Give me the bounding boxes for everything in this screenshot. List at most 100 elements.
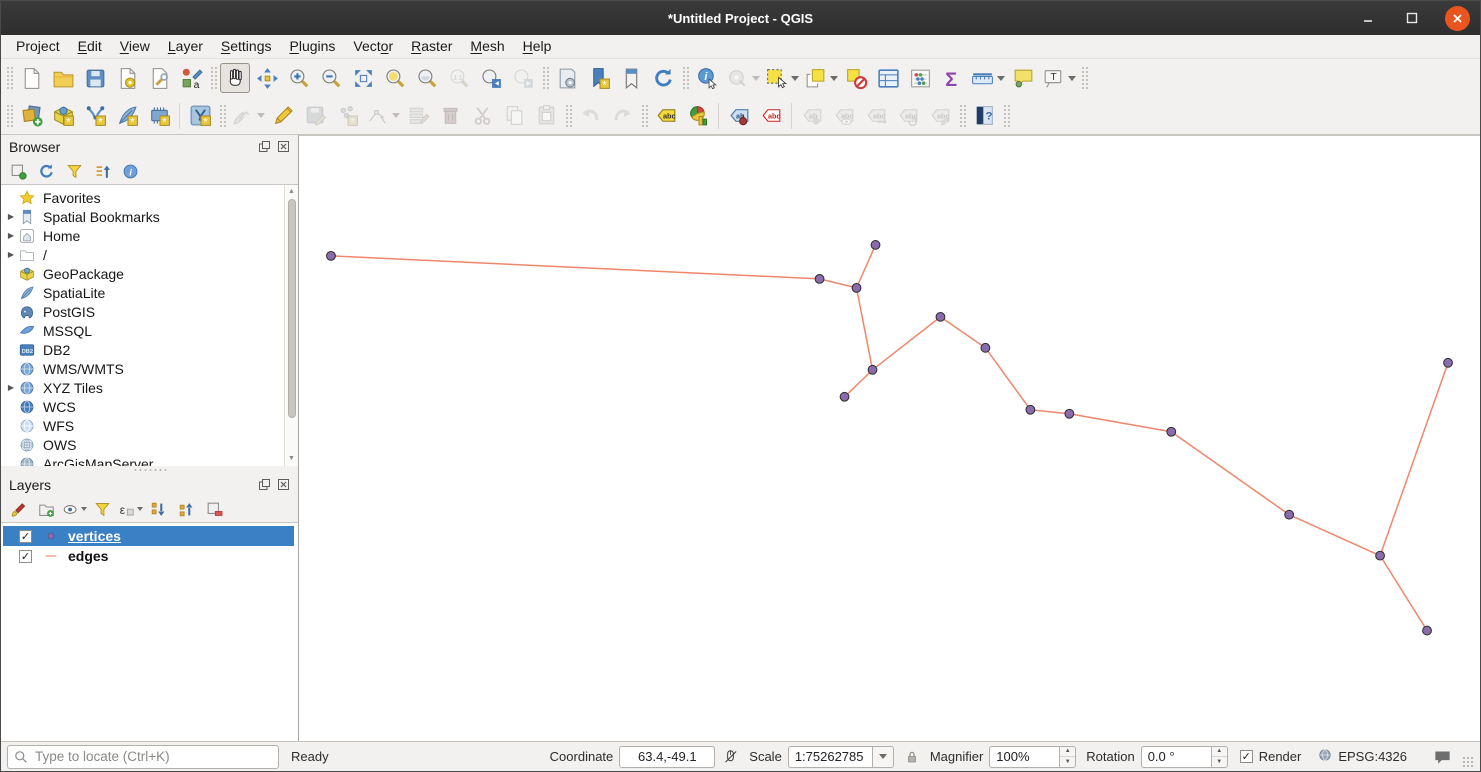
browser-float-button[interactable] [257,140,271,154]
browser-item-spatialite[interactable]: SpatiaLite [1,283,284,302]
spin-down-icon[interactable]: ▼ [1212,757,1227,767]
menu-settings[interactable]: Settings [212,35,281,59]
resize-grip[interactable] [1462,756,1474,768]
menu-view[interactable]: View [111,35,159,59]
layers-float-button[interactable] [257,478,271,492]
browser-item--[interactable]: ▶ / [1,245,284,264]
refresh-browser-button[interactable] [35,160,57,182]
open-project-button[interactable] [48,63,78,93]
menu-edit[interactable]: Edit [69,35,111,59]
menu-mesh[interactable]: Mesh [461,35,513,59]
locator-input[interactable] [7,744,279,769]
browser-item-spatial-bookmarks[interactable]: ▶ Spatial Bookmarks [1,207,284,226]
add-selected-layers-button[interactable] [7,160,29,182]
title-bar[interactable]: *Untitled Project - QGIS [1,1,1480,35]
menu-raster[interactable]: Raster [402,35,461,59]
expand-arrow-icon[interactable]: ▶ [1,250,17,259]
new-map-view-button[interactable] [552,63,582,93]
menu-plugins[interactable]: Plugins [280,35,344,59]
remove-layer-button[interactable] [203,498,225,520]
scroll-down-icon[interactable]: ▼ [288,452,295,466]
minimize-button[interactable] [1357,7,1379,29]
dock-splitter[interactable] [1,466,298,473]
open-field-calculator-button[interactable] [905,63,935,93]
show-spatial-bookmarks-button[interactable] [616,63,646,93]
coordinate-input[interactable] [619,745,716,768]
browser-item-ows[interactable]: OWS [1,435,284,454]
menu-vector[interactable]: Vector [344,35,402,59]
menu-help[interactable]: Help [514,35,561,59]
crs-status[interactable]: EPSG:4326 [1317,747,1407,766]
browser-item-wcs[interactable]: WCS [1,397,284,416]
zoom-out-button[interactable] [316,63,346,93]
expand-arrow-icon[interactable]: ▶ [1,383,17,392]
measure-button[interactable] [969,63,1006,93]
rotation-input[interactable] [1140,745,1211,768]
show-layout-manager-button[interactable] [144,63,174,93]
magnifier-spin-buttons[interactable]: ▲ ▼ [1059,745,1077,768]
layer-diagram-button[interactable] [683,101,713,131]
scrollbar-thumb[interactable] [287,199,296,419]
scale-input[interactable] [787,745,872,768]
new-spatialite-layer-button[interactable]: * [112,101,142,131]
new-temporary-scratch-layer-button[interactable]: * [144,101,174,131]
filter-by-expression-button[interactable]: ε [119,498,143,520]
new-project-button[interactable] [16,63,46,93]
refresh-map-button[interactable] [648,63,678,93]
zoom-last-button[interactable] [476,63,506,93]
browser-item-home[interactable]: ▶ Home [1,226,284,245]
add-group-button[interactable] [35,498,57,520]
new-spatial-bookmark-button[interactable]: * [584,63,614,93]
scroll-up-icon[interactable]: ▲ [288,185,295,199]
style-manager-button[interactable]: a [176,63,206,93]
collapse-all-layers-button[interactable] [175,498,197,520]
filter-legend-button[interactable] [91,498,113,520]
zoom-to-selection-button[interactable] [380,63,410,93]
spin-down-icon[interactable]: ▼ [1060,757,1075,767]
map-tips-button[interactable] [1008,63,1038,93]
zoom-to-layer-button[interactable] [412,63,442,93]
layer-row-edges[interactable]: ✓ edges [3,546,294,566]
expand-arrow-icon[interactable]: ▶ [1,231,17,240]
new-print-layout-button[interactable] [112,63,142,93]
layer-row-vertices[interactable]: ✓ vertices [3,526,294,546]
show-statistical-summary-button[interactable]: Σ [937,63,967,93]
select-features-button[interactable] [763,63,800,93]
select-features-by-value-button[interactable] [802,63,839,93]
browser-scrollbar[interactable]: ▲ ▼ [284,185,298,466]
new-shapefile-layer-button[interactable]: * [80,101,110,131]
browser-item-db2[interactable]: DB2 DB2 [1,340,284,359]
zoom-in-button[interactable] [284,63,314,93]
map-canvas[interactable] [299,135,1480,741]
browser-close-button[interactable] [276,140,290,154]
browser-item-arcgismapserver[interactable]: ArcGisMapServer [1,454,284,466]
pan-map-button[interactable] [220,63,250,93]
extents-toggle-icon[interactable] [722,748,739,765]
magnifier-input[interactable] [989,745,1060,768]
scale-dropdown-button[interactable] [871,745,894,768]
pin-labels-button[interactable]: ab [724,101,754,131]
browser-item-wfs[interactable]: WFS [1,416,284,435]
messages-icon[interactable] [1433,749,1452,765]
menu-layer[interactable]: Layer [159,35,212,59]
lock-scale-icon[interactable] [904,749,920,765]
expand-all-button[interactable] [147,498,169,520]
spin-up-icon[interactable]: ▲ [1060,747,1076,757]
spin-up-icon[interactable]: ▲ [1211,747,1227,757]
browser-item-xyz-tiles[interactable]: ▶ XYZ Tiles [1,378,284,397]
save-project-button[interactable] [80,63,110,93]
expand-arrow-icon[interactable]: ▶ [1,212,17,221]
new-virtual-layer-button[interactable]: * [185,101,215,131]
open-layer-styling-button[interactable] [7,498,29,520]
menu-project[interactable]: Project [7,35,69,59]
pan-to-selection-button[interactable] [252,63,282,93]
render-toggle[interactable]: ✓ Render [1239,749,1301,764]
properties-widget-button[interactable]: i [119,160,141,182]
manage-map-themes-button[interactable] [63,498,87,520]
collapse-all-browser-button[interactable] [91,160,113,182]
help-contents-button[interactable]: ? [969,101,999,131]
browser-item-favorites[interactable]: Favorites [1,188,284,207]
toggle-editing-button[interactable] [268,101,298,131]
browser-item-wms-wmts[interactable]: WMS/WMTS [1,359,284,378]
open-data-source-manager-button[interactable] [16,101,46,131]
